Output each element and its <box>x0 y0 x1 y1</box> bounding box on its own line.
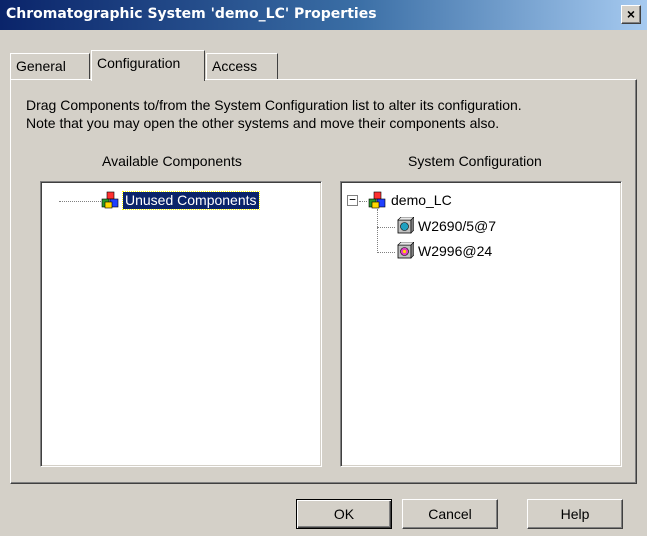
tree-connector <box>377 227 395 228</box>
tree-connector <box>377 252 395 253</box>
tree-item-label[interactable]: W2996@24 <box>418 243 492 260</box>
minus-icon: − <box>349 193 356 206</box>
tree-connector <box>377 209 378 253</box>
available-components-label: Available Components <box>102 153 242 169</box>
cancel-button[interactable]: Cancel <box>402 499 498 529</box>
instructions-line-1: Drag Components to/from the System Confi… <box>26 97 522 113</box>
tree-item-label[interactable]: W2690/5@7 <box>418 218 496 235</box>
tab-access[interactable]: Access <box>206 53 278 80</box>
components-group-icon <box>101 191 119 209</box>
instructions-text: Drag Components to/from the System Confi… <box>26 96 626 132</box>
available-components-list[interactable]: Unused Components <box>40 181 322 467</box>
system-configuration-label: System Configuration <box>408 153 542 169</box>
tab-general[interactable]: General <box>10 53 90 80</box>
ok-button[interactable]: OK <box>296 499 392 529</box>
tree-item-label[interactable]: Unused Components <box>122 191 260 210</box>
system-group-icon <box>368 191 386 209</box>
close-icon: × <box>626 6 636 22</box>
instructions-line-2: Note that you may open the other systems… <box>26 115 500 131</box>
title-bar: Chromatographic System 'demo_LC' Propert… <box>0 0 647 30</box>
tree-item-label[interactable]: demo_LC <box>391 192 452 209</box>
collapse-toggle[interactable]: − <box>347 193 358 206</box>
pump-module-icon <box>397 217 414 234</box>
window-title: Chromatographic System 'demo_LC' Propert… <box>6 6 377 22</box>
detector-module-icon <box>397 242 414 259</box>
help-button[interactable]: Help <box>527 499 623 529</box>
tree-connector <box>59 201 101 202</box>
tree-connector <box>359 201 367 202</box>
close-button[interactable]: × <box>621 5 641 24</box>
system-configuration-list[interactable]: − demo_LC W2690/5@7 W2996@24 <box>340 181 622 467</box>
tab-configuration[interactable]: Configuration <box>91 50 205 81</box>
